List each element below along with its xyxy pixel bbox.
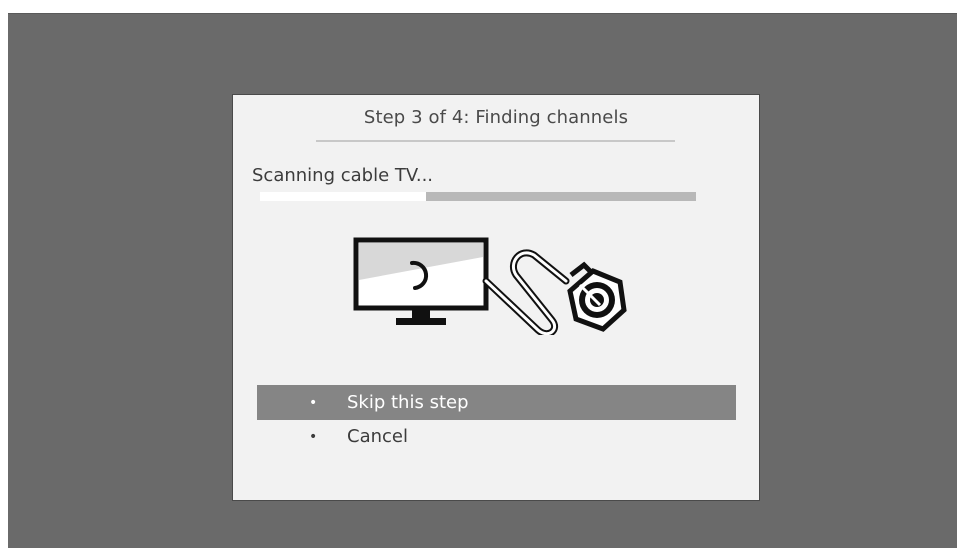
scan-progress-bar <box>260 192 696 201</box>
cancel-button[interactable]: • Cancel <box>257 420 736 454</box>
dialog-title: Step 3 of 4: Finding channels <box>363 107 629 128</box>
skip-step-label: Skip this step <box>347 392 469 413</box>
tv-screen: Step 3 of 4: Finding channels Scanning c… <box>8 13 957 548</box>
channel-scan-dialog: Step 3 of 4: Finding channels Scanning c… <box>232 94 760 501</box>
coaxial-cable-icon <box>482 249 627 335</box>
skip-step-button[interactable]: • Skip this step <box>257 385 736 420</box>
menu-bullet: • <box>309 429 318 445</box>
connection-illustration <box>353 237 627 335</box>
title-divider <box>316 140 675 142</box>
scan-status-text: Scanning cable TV... <box>252 165 434 186</box>
scan-options-menu: • Skip this step • Cancel <box>257 385 736 454</box>
tv-monitor-icon <box>353 237 489 325</box>
cancel-label: Cancel <box>347 426 408 447</box>
scan-progress-fill <box>260 192 426 201</box>
menu-bullet: • <box>309 395 318 411</box>
